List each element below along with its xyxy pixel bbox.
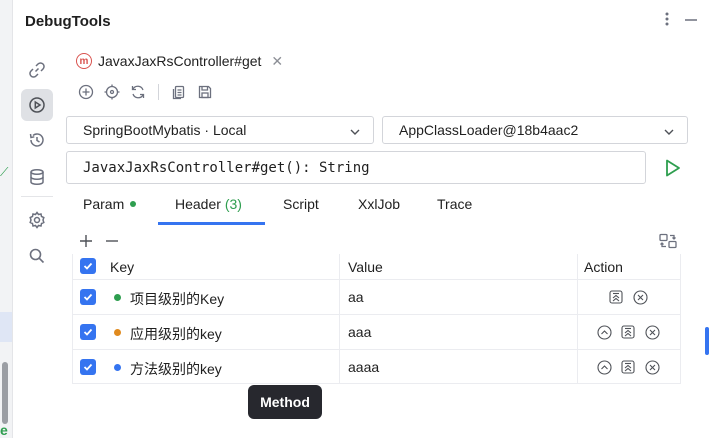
editor-tab[interactable]: m JavaxJaxRsController#get ✕ <box>76 48 283 74</box>
column-action: Action <box>584 259 623 275</box>
row-key[interactable]: 方法级别的key <box>130 359 222 379</box>
table-row: 项目级别的Key aa <box>72 279 681 314</box>
classloader-select[interactable]: AppClassLoader@18b4aac2 <box>382 116 688 144</box>
delete-icon[interactable] <box>644 359 660 375</box>
adjacent-panel-edge: ⟋ e <box>0 0 13 438</box>
more-options-icon[interactable] <box>659 11 675 31</box>
table-header-row: Key Value Action <box>72 254 681 279</box>
column-divider <box>339 350 340 383</box>
title-bar: DebugTools <box>13 0 705 44</box>
sidebar-divider <box>21 196 53 197</box>
row-checkbox[interactable] <box>80 324 96 340</box>
window-title: DebugTools <box>25 13 111 30</box>
save-icon[interactable] <box>195 82 215 102</box>
adjacent-glyph: ⟋ <box>0 165 9 179</box>
right-edge-indicator <box>705 327 709 355</box>
row-value[interactable]: aa <box>348 289 364 305</box>
row-key[interactable]: 应用级别的key <box>130 324 222 344</box>
column-divider <box>577 280 578 314</box>
toolbar <box>76 82 215 102</box>
run-panel-icon[interactable] <box>21 89 53 121</box>
chevron-down-icon <box>663 125 675 141</box>
column-value: Value <box>348 259 383 275</box>
column-divider <box>577 254 578 279</box>
chevron-down-icon <box>349 125 361 141</box>
sub-tabs: Param Header (3) Script XxlJob Trace <box>66 186 681 225</box>
application-select[interactable]: SpringBootMybatis · Local <box>66 116 374 144</box>
column-divider <box>339 254 340 279</box>
refresh-icon[interactable] <box>128 82 148 102</box>
remove-icon[interactable] <box>103 232 121 250</box>
method-type-icon: m <box>76 53 92 69</box>
header-table: Key Value Action 项目级别的Key aa 应用级别的key aa… <box>72 254 681 384</box>
adjacent-highlight <box>0 312 12 342</box>
minimize-icon[interactable] <box>683 11 699 31</box>
row-value[interactable]: aaaa <box>348 359 379 375</box>
tab-label: JavaxJaxRsController#get <box>98 53 262 69</box>
row-checkbox[interactable] <box>80 359 96 375</box>
move-up-icon[interactable] <box>596 359 612 375</box>
classloader-select-value: AppClassLoader@18b4aac2 <box>399 122 579 138</box>
active-tab-indicator <box>158 222 265 225</box>
scrollbar-thumb[interactable] <box>2 362 8 424</box>
locate-target-icon[interactable] <box>102 82 122 102</box>
scope-dot <box>114 329 121 336</box>
select-all-checkbox[interactable] <box>80 258 96 274</box>
tooltip: Method <box>248 385 322 419</box>
tab-xxljob[interactable]: XxlJob <box>358 196 400 212</box>
close-tab-icon[interactable]: ✕ <box>271 53 283 70</box>
row-checkbox[interactable] <box>80 289 96 305</box>
column-divider <box>577 350 578 383</box>
header-table-toolbar <box>76 232 681 250</box>
tab-param-label: Param <box>83 196 125 212</box>
delete-icon[interactable] <box>632 289 648 305</box>
move-up-icon[interactable] <box>596 324 612 340</box>
add-circle-icon[interactable] <box>76 82 96 102</box>
add-icon[interactable] <box>77 232 95 250</box>
sidebar <box>13 44 63 438</box>
search-icon[interactable] <box>21 240 53 272</box>
adjacent-glyph-bottom: e <box>0 422 8 438</box>
column-divider <box>577 315 578 349</box>
sync-convert-icon[interactable] <box>659 232 677 250</box>
tab-header-label: Header <box>175 196 221 212</box>
row-value[interactable]: aaa <box>348 324 371 340</box>
tab-trace-label: Trace <box>437 196 473 212</box>
scope-dot <box>114 364 121 371</box>
move-top-icon[interactable] <box>620 359 636 375</box>
tab-param[interactable]: Param <box>83 196 137 212</box>
settings-gear-icon[interactable] <box>21 204 53 236</box>
method-signature-text: JavaxJaxRsController#get(): String <box>83 159 370 176</box>
toolbar-divider <box>158 84 159 100</box>
row-key[interactable]: 项目级别的Key <box>130 289 224 309</box>
copy-icon[interactable] <box>169 82 189 102</box>
application-select-value: SpringBootMybatis · Local <box>83 122 247 138</box>
tab-script[interactable]: Script <box>283 196 319 212</box>
method-signature-field[interactable]: JavaxJaxRsController#get(): String <box>66 151 646 184</box>
table-row: 应用级别的key aaa <box>72 314 681 349</box>
status-dot <box>130 201 137 208</box>
scope-dot <box>114 294 121 301</box>
history-icon[interactable] <box>21 124 53 156</box>
tab-header-count: (3) <box>224 196 242 212</box>
database-icon[interactable] <box>21 161 53 193</box>
tab-xxljob-label: XxlJob <box>358 196 401 212</box>
link-icon[interactable] <box>21 54 53 86</box>
table-row: 方法级别的key aaaa <box>72 349 681 384</box>
column-divider <box>339 315 340 349</box>
delete-icon[interactable] <box>644 324 660 340</box>
tab-header[interactable]: Header (3) <box>175 196 242 212</box>
column-key: Key <box>110 259 135 275</box>
tab-trace[interactable]: Trace <box>437 196 472 212</box>
move-top-icon[interactable] <box>620 324 636 340</box>
tooltip-text: Method <box>260 394 310 410</box>
tab-script-label: Script <box>283 196 319 212</box>
move-top-icon[interactable] <box>608 289 624 305</box>
column-divider <box>339 280 340 314</box>
run-play-icon[interactable] <box>660 156 684 180</box>
